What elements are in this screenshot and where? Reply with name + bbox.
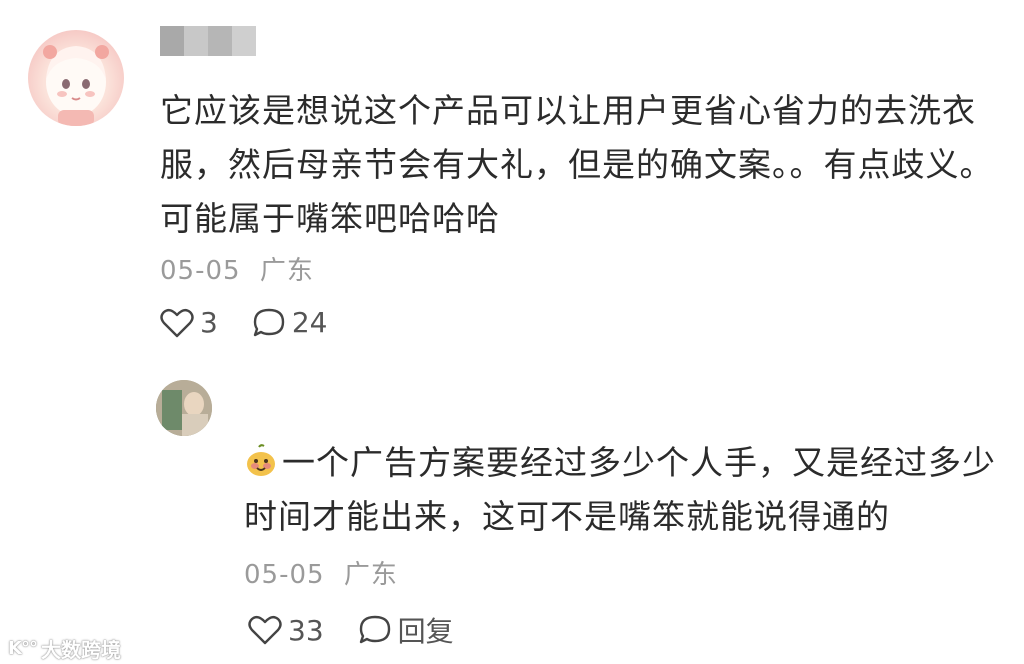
comment-actions: 3 24	[160, 306, 361, 339]
reply-actions: 33 回复	[248, 610, 488, 650]
replier-avatar[interactable]	[156, 380, 212, 436]
comment-meta: 05-05 广东	[160, 250, 314, 287]
reply-reply-button[interactable]: 回复	[358, 610, 454, 650]
comment-text: 它应该是想说这个产品可以让用户更省心省力的去洗衣服，然后母亲节会有大礼，但是的确…	[160, 91, 994, 238]
anime-girl-avatar-icon	[43, 45, 109, 126]
photo-avatar-icon	[156, 380, 212, 436]
comment-date: 05-05	[160, 256, 241, 286]
watermark: K°° 大数跨境	[8, 634, 121, 663]
commenter-avatar[interactable]	[28, 30, 124, 126]
commenter-name-blurred[interactable]	[160, 26, 256, 56]
reply-like-count: 33	[288, 613, 324, 647]
heart-icon	[160, 308, 194, 337]
watermark-logo: K°°	[8, 638, 38, 659]
heart-icon	[248, 615, 282, 645]
reply-location: 广东	[343, 560, 398, 590]
speech-bubble-icon	[359, 615, 390, 644]
comment-reply-button[interactable]: 24	[252, 306, 328, 339]
reply-reply-label: 回复	[397, 615, 454, 648]
reply-text-block: 一个广告方案要经过多少个人手，又是经过多少时间才能出来，这可不是嘴笨就能说得通的	[244, 436, 1004, 544]
comment-location: 广东	[259, 256, 314, 286]
comment-like-count: 3	[200, 306, 218, 339]
smiling-pear-emoji-icon	[247, 444, 275, 476]
speech-bubble-icon	[253, 308, 285, 336]
reply-like-button[interactable]: 33	[248, 614, 324, 647]
reply-date: 05-05	[244, 560, 325, 590]
reply-meta: 05-05 广东	[244, 554, 398, 591]
comment-reply-count: 24	[291, 306, 328, 339]
reply-text: 一个广告方案要经过多少个人手，又是经过多少时间才能出来，这可不是嘴笨就能说得通的	[244, 443, 996, 536]
comment-like-button[interactable]: 3	[160, 306, 218, 339]
watermark-text: 大数跨境	[40, 638, 121, 662]
